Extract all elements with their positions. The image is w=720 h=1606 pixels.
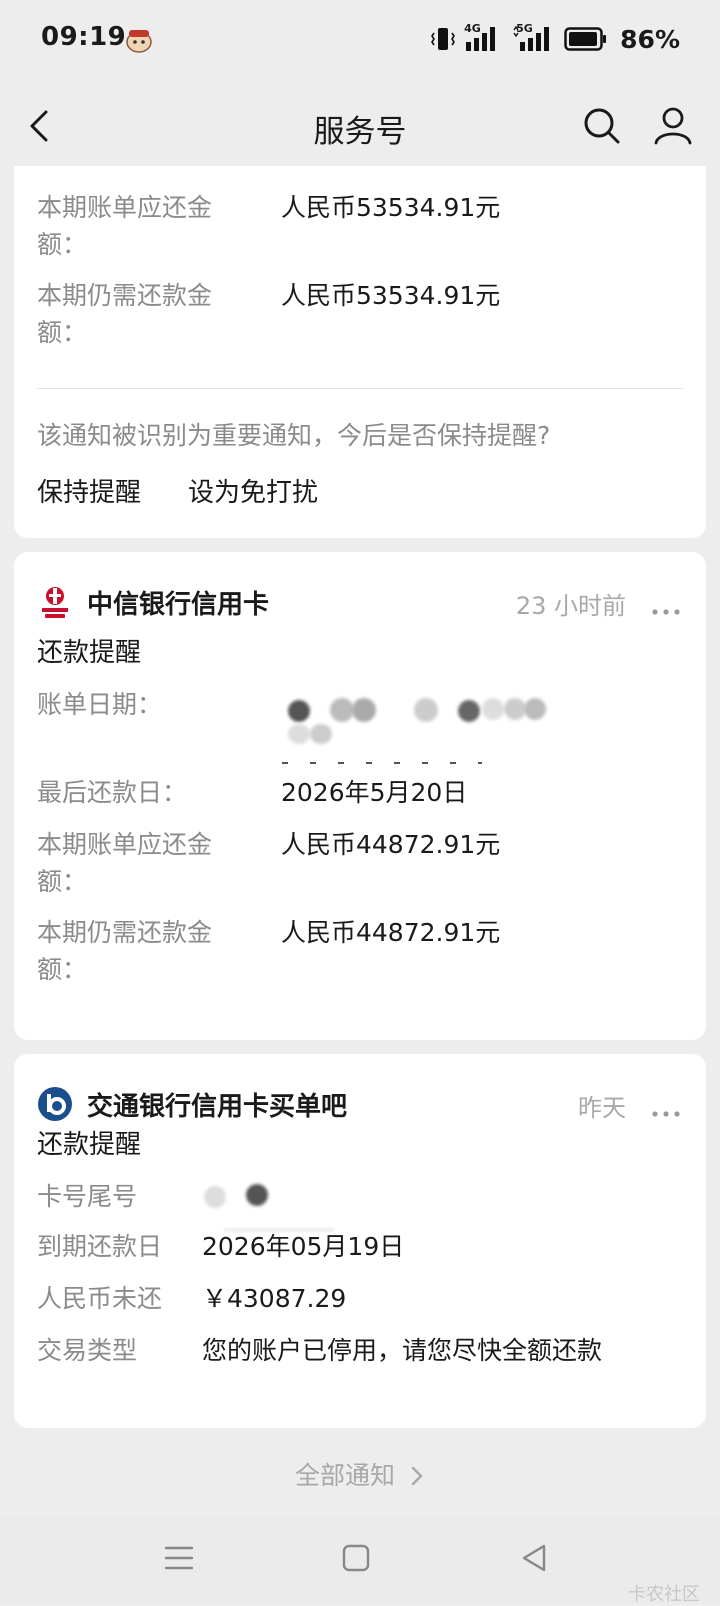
user-icon[interactable] <box>652 104 694 146</box>
due-date-label: 到期还款日 <box>37 1232 163 1261</box>
blurred-card-tail <box>202 1164 342 1234</box>
remaining-due-label: 本期仍需还款金 额： <box>37 918 213 984</box>
back-triangle-icon[interactable] <box>518 1542 550 1574</box>
message-time: 昨天 <box>578 1094 626 1122</box>
message-subject: 还款提醒 <box>37 1130 142 1160</box>
sender-name: 交通银行信用卡买单吧 <box>87 1092 348 1122</box>
message-subject: 还款提醒 <box>37 638 142 668</box>
more-icon[interactable] <box>652 1102 680 1117</box>
more-icon[interactable] <box>652 600 680 615</box>
remaining-due-value: 人民币44872.91元 <box>281 918 501 947</box>
bill-due-value: 人民币44872.91元 <box>281 830 501 859</box>
home-icon[interactable] <box>340 1542 372 1574</box>
signal-4g-icon: 4G <box>464 22 504 54</box>
notification-card-bocom[interactable]: 交通银行信用卡买单吧 昨天 还款提醒 卡号尾号 到期还款日 2026年05月19… <box>14 1054 706 1428</box>
citic-bank-logo-icon <box>37 584 73 620</box>
notification-card-1: 本期账单应还金 额： 人民币53534.91元 本期仍需还款金 额： 人民币5353… <box>14 120 706 538</box>
transaction-type-value: 您的账户已停用，请您尽快全额还款 <box>202 1336 603 1365</box>
watermark: 卡农社区 <box>628 1584 700 1605</box>
transaction-type-label: 交易类型 <box>37 1336 138 1365</box>
bill-due-value: 人民币53534.91元 <box>281 193 501 222</box>
status-bar: 09:19 4G 5G 86% <box>0 0 720 80</box>
remaining-due-value: 人民币53534.91元 <box>281 281 501 310</box>
status-time: 09:19 <box>41 22 127 52</box>
last-payment-date-label: 最后还款日： <box>37 778 188 807</box>
battery-percent: 86% <box>620 24 680 54</box>
bill-due-label: 本期账单应还金 额： <box>37 830 213 896</box>
do-not-disturb-button[interactable]: 设为免打扰 <box>188 472 318 509</box>
chevron-right-icon <box>411 1466 423 1486</box>
rmb-outstanding-label: 人民币未还 <box>37 1284 163 1313</box>
search-icon[interactable] <box>582 106 622 146</box>
important-notice-text: 该通知被识别为重要通知，今后是否保持提醒? <box>37 421 551 450</box>
vibrate-icon <box>431 28 456 50</box>
due-date-value: 2026年05月19日 <box>202 1232 405 1261</box>
status-icons: 4G 5G 86% <box>430 22 680 54</box>
card-tail-label: 卡号尾号 <box>37 1182 138 1211</box>
header-bar: 服务号 <box>0 86 720 166</box>
signal-5g-icon: 5G <box>512 22 556 54</box>
app-avatar-icon <box>124 26 154 54</box>
all-notices-link[interactable]: 全部通知 <box>0 1456 720 1492</box>
bocom-logo-icon <box>37 1086 73 1122</box>
message-time: 23 小时前 <box>515 592 626 620</box>
notification-card-citic[interactable]: 中信银行信用卡 23 小时前 还款提醒 账单日期： 最后还款日： 2026年5月… <box>14 552 706 1040</box>
menu-icon[interactable] <box>163 1542 195 1574</box>
keep-reminder-button[interactable]: 保持提醒 <box>37 472 141 509</box>
remaining-due-label: 本期仍需还款金 额： <box>37 281 213 347</box>
blurred-bill-date <box>282 676 612 776</box>
sender-name: 中信银行信用卡 <box>87 590 270 620</box>
divider <box>36 388 684 389</box>
bill-due-label: 本期账单应还金 额： <box>37 193 213 259</box>
bill-date-label: 账单日期： <box>37 690 163 719</box>
battery-icon <box>564 27 607 51</box>
system-nav-bar <box>0 1516 720 1604</box>
rmb-outstanding-value: ￥43087.29 <box>202 1284 347 1313</box>
last-payment-date-value: 2026年5月20日 <box>281 778 468 807</box>
